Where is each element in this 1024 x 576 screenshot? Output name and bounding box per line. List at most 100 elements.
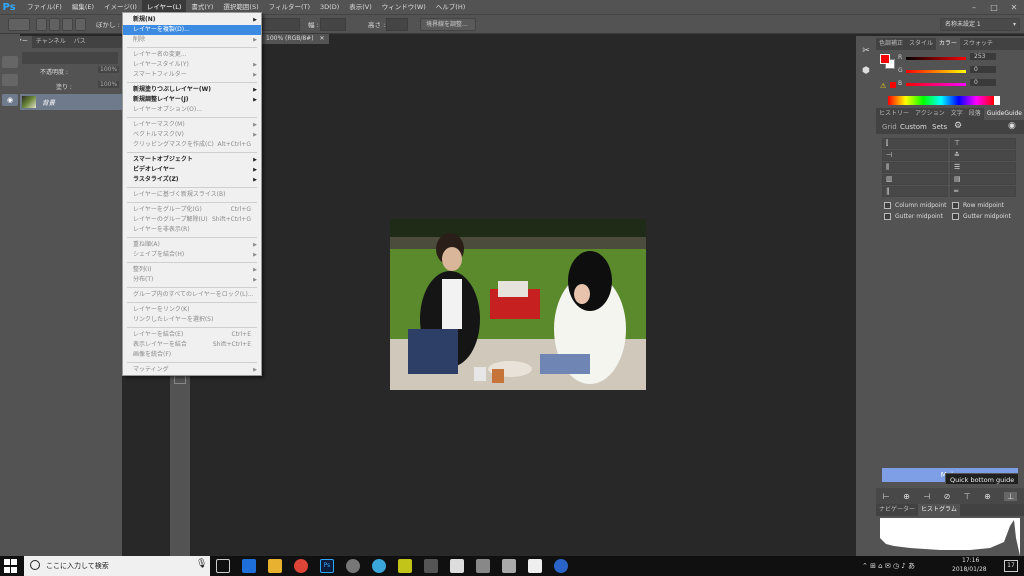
task-view-icon[interactable] [216,559,230,573]
mail-icon[interactable] [424,559,438,573]
app-icon-7[interactable] [554,559,568,573]
app-icon-3[interactable] [398,559,412,573]
tools-icon[interactable]: ✂ [859,46,873,58]
file-explorer-icon[interactable] [268,559,282,573]
quick-bottom-guide-icon[interactable]: ⊥ [1004,491,1018,501]
gutter-midpoint-checkbox-1[interactable] [884,213,891,220]
adjust-tool-icon[interactable] [2,74,18,86]
column-gutter-field[interactable]: ‖ [882,186,948,197]
photoshop-taskbar-icon[interactable]: Ps [320,559,334,573]
width-field[interactable] [320,18,346,31]
row-gutter-field[interactable]: ═ [950,186,1016,197]
quick-left-guide-icon[interactable]: ⊢ [883,492,890,501]
subtract-selection-button[interactable] [62,18,73,31]
quick-center-guide-icon[interactable]: ⊕ [903,492,910,501]
grid-tab[interactable]: Grid [882,123,897,131]
layer-menu-item-30[interactable]: 分布(T) ▶ [123,275,261,285]
layer-menu-item-4[interactable]: レイヤー名の変更... [123,50,261,60]
layer-menu-item-9[interactable]: 新規調整レイヤー(J) ▶ [123,95,261,105]
layer-menu-item-18[interactable]: ラスタライズ(Z) ▶ [123,175,261,185]
layer-menu-item-39[interactable]: 画像を統合(F) [123,350,261,360]
layer-menu-item-2[interactable]: 削除 ▶ [123,35,261,45]
guide-tab-3[interactable]: 段落 [966,108,984,120]
column-midpoint-checkbox[interactable] [884,202,891,209]
layer-menu-item-16[interactable]: スマートオブジェクト ▶ [123,155,261,165]
g-value[interactable]: 0 [970,66,996,73]
workspace-select[interactable]: 名称未設定 1 ▾ [940,18,1020,31]
layer-menu-item-38[interactable]: 表示レイヤーを結合 Shift+Ctrl+E [123,340,261,350]
eye-visibility-icon[interactable]: ◉ [2,94,18,106]
warning-icon[interactable]: ⚠ [880,82,886,90]
menu-9[interactable]: ウィンドウ(W) [377,0,431,14]
quick-middle-guide-icon[interactable]: ⊕ [984,492,991,501]
layer-menu-item-14[interactable]: クリッピングマスクを作成(C) Alt+Ctrl+G [123,140,261,150]
edge-icon[interactable] [242,559,256,573]
menu-10[interactable]: ヘルプ(H) [431,0,470,14]
foreground-swatch[interactable] [880,54,890,64]
layer-menu-item-35[interactable]: リンクしたレイヤーを選択(S) [123,315,261,325]
app-icon-6[interactable] [528,559,542,573]
microphone-icon[interactable]: 🎙 [196,559,207,569]
layer-menu-item-29[interactable]: 整列(I) ▶ [123,265,261,275]
guide-tab-2[interactable]: 文字 [948,108,966,120]
style-select[interactable] [262,18,300,31]
tool-preset-picker[interactable] [8,18,30,31]
layer-menu-item-5[interactable]: レイヤースタイル(Y) ▶ [123,60,261,70]
new-selection-button[interactable] [36,18,47,31]
rows-field[interactable]: ☰ [950,162,1016,173]
tray-icons[interactable]: ⌃ ⊞ ⌂ ✉ ◷ ♪ あ [862,561,915,571]
maximize-button[interactable]: □ [984,0,1004,14]
row-guide-button[interactable]: ≛ [950,150,1016,161]
clock-date[interactable]: 2018/01/28 [952,566,987,573]
refine-edge-button[interactable]: 境界線を調整... [420,18,476,31]
top-guide-button[interactable]: ⊤ [950,138,1016,149]
opacity-value[interactable]: 100% [98,66,120,73]
app-icon-1[interactable] [346,559,360,573]
color-spectrum[interactable] [888,96,994,105]
columns-field[interactable]: ⫼ [882,162,948,173]
windows-start-icon[interactable] [4,559,18,573]
menu-6[interactable]: フィルター(T) [264,0,315,14]
eye-icon[interactable]: ◉ [1008,121,1016,131]
clock-time[interactable]: 17:16 [962,557,979,564]
white-swatch[interactable] [994,96,1000,105]
layer-menu-item-26[interactable]: 重ね順(A) ▶ [123,240,261,250]
b-slider[interactable] [906,83,966,86]
3d-cube-icon[interactable]: ⬢ [859,66,873,78]
gutter-midpoint-checkbox-2[interactable] [952,213,959,220]
app-icon-2[interactable] [372,559,386,573]
r-slider[interactable] [906,57,966,60]
layer-menu-item-34[interactable]: レイヤーをリンク(K) [123,305,261,315]
layer-menu-item-6[interactable]: スマートフィルター ▶ [123,70,261,80]
gamut-swatch[interactable] [890,82,896,88]
layer-menu-item-1[interactable]: レイヤーを複製(D)... [123,25,261,35]
g-slider[interactable] [906,70,966,73]
layer-menu-item-12[interactable]: レイヤーマスク(M) ▶ [123,120,261,130]
bottom-tab-1[interactable]: ヒストグラム [918,504,960,516]
column-width-field[interactable]: ▥ [882,174,948,185]
app-icon-5[interactable] [502,559,516,573]
layer-row-background[interactable]: 背景 [20,94,122,110]
bottom-tab-0[interactable]: ナビゲーター [876,504,918,516]
custom-tab[interactable]: Custom [900,123,927,131]
quick-top-guide-icon[interactable]: ⊤ [964,492,971,501]
left-guide-button[interactable]: ⫿ [882,138,948,149]
intersect-selection-button[interactable] [75,18,86,31]
guide-tab-1[interactable]: アクション [912,108,948,120]
row-height-field[interactable]: ▤ [950,174,1016,185]
menu-7[interactable]: 3D(D) [315,0,344,14]
notification-icon[interactable]: 17 [1004,560,1018,572]
layer-menu-item-41[interactable]: マッティング ▶ [123,365,261,375]
color-tab-3[interactable]: スウォッチ [960,38,996,50]
gear-icon[interactable]: ⚙ [954,121,962,131]
layer-menu-item-8[interactable]: 新規塗りつぶしレイヤー(W) ▶ [123,85,261,95]
color-tab-0[interactable]: 色調補正 [876,38,906,50]
layer-menu-item-27[interactable]: シェイプを結合(H) ▶ [123,250,261,260]
quick-right-guide-icon[interactable]: ⊣ [923,492,930,501]
color-tab-2[interactable]: カラー [936,38,961,50]
layer-menu-item-37[interactable]: レイヤーを結合(E) Ctrl+E [123,330,261,340]
close-button[interactable]: ✕ [1004,0,1024,14]
menu-0[interactable]: ファイル(F) [22,0,67,14]
color-tab-1[interactable]: スタイル [906,38,936,50]
layer-menu-item-13[interactable]: ベクトルマスク(V) ▶ [123,130,261,140]
